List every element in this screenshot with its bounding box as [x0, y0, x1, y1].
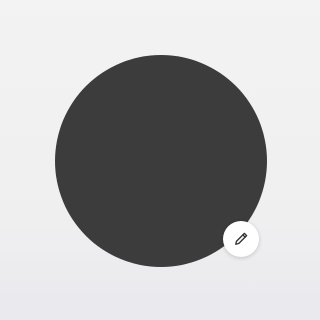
pencil-icon — [232, 230, 250, 248]
edit-avatar-button[interactable] — [223, 221, 259, 257]
